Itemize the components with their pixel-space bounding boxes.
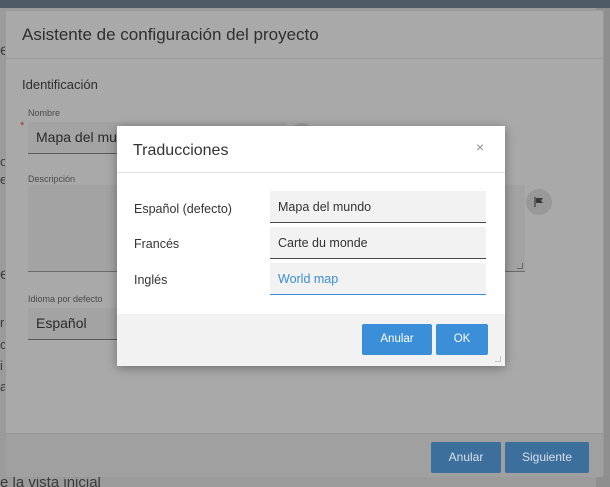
- wizard-next-button[interactable]: Siguiente: [505, 442, 589, 473]
- dialog-cancel-button[interactable]: Anular: [362, 324, 432, 355]
- translation-input-spanish[interactable]: [270, 191, 486, 223]
- translations-dialog: Traducciones × Español (defecto) Francés…: [117, 126, 505, 366]
- translation-input-english[interactable]: [270, 263, 486, 295]
- dialog-ok-button[interactable]: OK: [436, 324, 488, 355]
- translate-description-icon[interactable]: [526, 189, 552, 215]
- translation-label-english: Inglés: [134, 273, 168, 287]
- dialog-divider: [117, 172, 505, 173]
- wizard-title: Asistente de configuración del proyecto: [22, 25, 319, 44]
- description-label: Descripción: [28, 174, 76, 184]
- top-bar: [0, 0, 610, 8]
- flag-icon: [534, 197, 543, 207]
- language-label: Idioma por defecto: [28, 294, 103, 304]
- dialog-resize-icon[interactable]: [495, 356, 501, 362]
- translation-label-spanish: Español (defecto): [134, 202, 232, 216]
- name-label: Nombre: [28, 108, 61, 118]
- translation-label-french: Francés: [134, 237, 180, 251]
- background-fragment: i: [0, 358, 3, 373]
- translation-input-french[interactable]: [270, 227, 486, 259]
- background-fragment: r: [0, 315, 5, 330]
- dialog-title: Traducciones: [133, 142, 229, 159]
- dialog-footer: Anular OK: [117, 314, 505, 366]
- required-icon: *: [20, 120, 25, 132]
- close-icon[interactable]: ×: [476, 139, 484, 155]
- section-title: Identificación: [22, 77, 98, 92]
- wizard-header: Asistente de configuración del proyecto: [6, 11, 603, 59]
- wizard-cancel-button[interactable]: Anular: [431, 442, 501, 473]
- wizard-footer: Anular Siguiente: [6, 433, 603, 477]
- resize-handle-icon[interactable]: [517, 263, 523, 269]
